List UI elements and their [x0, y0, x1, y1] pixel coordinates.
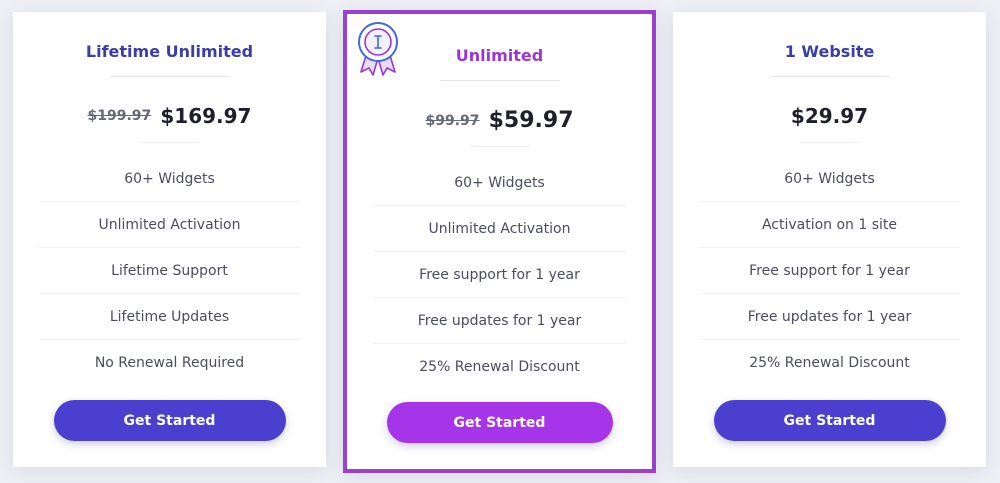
- current-price: $29.97: [790, 104, 869, 128]
- title-divider: [109, 76, 230, 77]
- feature-item: No Renewal Required: [94, 355, 245, 371]
- price-divider: [139, 142, 200, 143]
- feature-item: Free updates for 1 year: [373, 298, 626, 344]
- plan-title: Lifetime Unlimited: [85, 42, 254, 61]
- pricing-card-unlimited: Unlimited $99.97 $59.97 60+ Widgets Unli…: [343, 10, 656, 473]
- plan-title: 1 Website: [784, 42, 875, 61]
- current-price: $59.97: [488, 108, 574, 133]
- feature-item: 60+ Widgets: [699, 156, 960, 202]
- get-started-button[interactable]: Get Started: [386, 402, 613, 443]
- current-price: $169.97: [160, 104, 252, 128]
- price-row: $29.97: [673, 104, 986, 128]
- get-started-button[interactable]: Get Started: [53, 400, 286, 441]
- feature-list: 60+ Widgets Unlimited Activation Free su…: [373, 160, 626, 390]
- price-divider: [799, 142, 860, 143]
- plan-title: Unlimited: [455, 46, 544, 65]
- feature-item: Lifetime Updates: [39, 294, 300, 340]
- feature-item: Free support for 1 year: [699, 248, 960, 294]
- feature-list: 60+ Widgets Activation on 1 site Free su…: [699, 156, 960, 386]
- price-divider: [469, 146, 530, 147]
- feature-item: 25% Renewal Discount: [419, 359, 580, 375]
- price-row: $99.97 $59.97: [347, 108, 652, 133]
- original-price: $99.97: [425, 112, 480, 129]
- feature-item: 60+ Widgets: [39, 156, 300, 202]
- price-row: $199.97 $169.97: [13, 104, 326, 128]
- feature-item: Unlimited Activation: [39, 202, 300, 248]
- feature-item: Free updates for 1 year: [699, 294, 960, 340]
- pricing-card-1-website: 1 Website $29.97 60+ Widgets Activation …: [673, 12, 986, 467]
- feature-item: Free support for 1 year: [373, 252, 626, 298]
- title-divider: [769, 76, 890, 77]
- original-price: $199.97: [87, 108, 152, 124]
- get-started-button[interactable]: Get Started: [713, 400, 946, 441]
- feature-item: Unlimited Activation: [373, 206, 626, 252]
- feature-item: Lifetime Support: [39, 248, 300, 294]
- feature-item: 60+ Widgets: [373, 160, 626, 206]
- pricing-card-lifetime-unlimited: Lifetime Unlimited $199.97 $169.97 60+ W…: [13, 12, 326, 467]
- title-divider: [439, 80, 560, 81]
- feature-list: 60+ Widgets Unlimited Activation Lifetim…: [39, 156, 300, 386]
- feature-item: 25% Renewal Discount: [749, 355, 910, 371]
- feature-item: Activation on 1 site: [699, 202, 960, 248]
